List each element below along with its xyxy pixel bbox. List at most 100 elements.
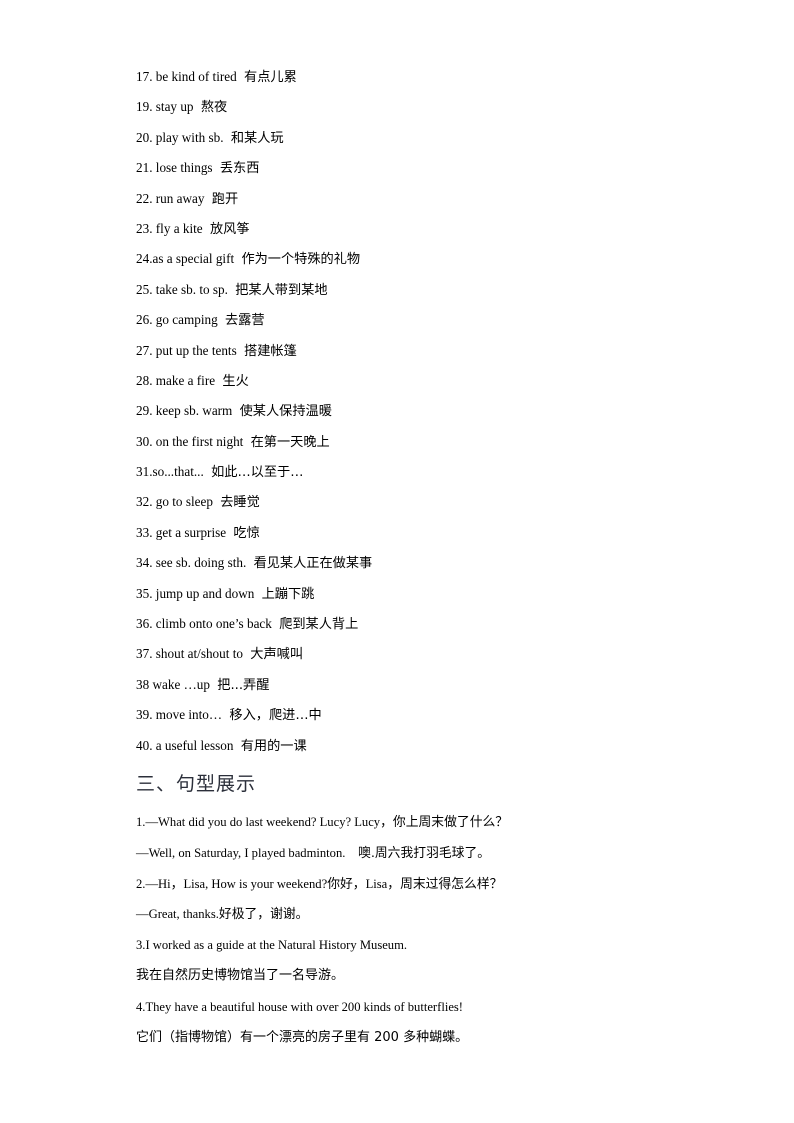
phrase-english: as a special gift	[152, 251, 235, 267]
list-item: 21. lose things 丢东西	[136, 153, 696, 183]
phrase-number: 25.	[136, 281, 153, 297]
phrase-english: on the first night	[155, 433, 244, 449]
phrase-chinese: 上蹦下跳	[261, 586, 315, 602]
list-item: 22. run away 跑开	[136, 184, 696, 214]
list-item: 28. make a fire 生火	[136, 366, 696, 396]
sentence-chinese: 好极了，谢谢。	[218, 907, 309, 923]
list-item: 23. fly a kite 放风筝	[136, 214, 696, 244]
phrase-english: go camping	[155, 312, 218, 328]
list-item: 它们（指博物馆）有一个漂亮的房子里有 200 多种蝴蝶。	[136, 1029, 469, 1045]
phrase-english: go to sleep	[155, 494, 213, 510]
list-item: 30. on the first night 在第一天晚上	[136, 427, 696, 457]
sentence-chinese: ，	[170, 876, 184, 892]
phrase-number: 30.	[136, 433, 153, 449]
sentence-chinese: 噢.周六我打羽毛球了。	[358, 845, 491, 861]
list-item: 2.—Hi，Lisa, How is your weekend?你好，Lisa，…	[136, 869, 696, 900]
phrase-chinese: 丢东西	[219, 161, 260, 177]
sentence-chinese-2: 你好，	[327, 876, 366, 892]
phrase-english: get a surprise	[155, 524, 227, 540]
list-item: 29. keep sb. warm 使某人保持温暖	[136, 396, 696, 426]
list-item: 3.I worked as a guide at the Natural His…	[136, 930, 696, 961]
sentence-english: 2.—Hi	[136, 876, 171, 891]
list-item: 19. stay up 熬夜	[136, 92, 696, 122]
phrase-chinese: 搭建帐篷	[244, 343, 297, 359]
phrase-chinese: 去睡觉	[220, 495, 260, 511]
phrase-english: lose things	[155, 160, 213, 176]
phrase-number: 23.	[136, 220, 153, 236]
sentence-pattern-list: 1.—What did you do last weekend? Lucy? L…	[136, 807, 696, 1053]
document-content: 17. be kind of tired 有点儿累 19. stay up 熬夜…	[136, 62, 696, 1053]
phrase-number: 36.	[136, 616, 153, 632]
phrase-chinese: 吃惊	[233, 525, 260, 541]
phrase-number: 35.	[136, 585, 153, 601]
list-item: 36. climb onto one’s back 爬到某人背上	[136, 609, 696, 639]
phrase-english: put up the tents	[155, 342, 237, 358]
list-item: 39. move into… 移入，爬进…中	[136, 700, 696, 730]
list-item: 1.—What did you do last weekend? Lucy? L…	[136, 807, 696, 838]
list-item: 34. see sb. doing sth. 看见某人正在做某事	[136, 548, 696, 578]
phrase-number: 19.	[136, 99, 153, 115]
phrase-chinese: 有点儿累	[244, 70, 297, 85]
list-item: 33. get a surprise 吃惊	[136, 518, 696, 548]
phrase-number: 20.	[136, 129, 153, 145]
phrase-number: 17.	[136, 69, 153, 84]
phrase-english: run away	[155, 190, 205, 206]
phrase-chinese: 放风筝	[209, 221, 250, 237]
list-item: 31.so...that... 如此…以至于…	[136, 457, 696, 487]
phrase-number: 24.	[136, 251, 153, 267]
phrase-number: 38	[136, 676, 150, 692]
list-item: —Great, thanks.好极了，谢谢。	[136, 899, 696, 930]
phrase-chinese: 把...弄醒	[217, 677, 270, 693]
sentence-english-2: Lisa, How is your weekend?	[183, 876, 328, 891]
phrase-chinese: 看见某人正在做某事	[253, 556, 373, 572]
list-item: 我在自然历史博物馆当了一名导游。	[136, 967, 345, 983]
phrase-english: play with sb.	[155, 129, 224, 145]
phrase-number: 40.	[136, 737, 153, 753]
phrase-chinese: 大声喊叫	[250, 647, 304, 663]
phrase-chinese: 生火	[222, 373, 249, 389]
list-item: 20. play with sb. 和某人玩	[136, 123, 696, 153]
list-item: 26. go camping 去露营	[136, 305, 696, 335]
phrase-english: be kind of tired	[155, 69, 237, 84]
phrase-number: 29.	[136, 403, 153, 419]
phrase-number: 28.	[136, 372, 153, 388]
phrase-number: 37.	[136, 646, 153, 662]
sentence-english: —Well, on Saturday, I played badminton.	[136, 845, 359, 860]
phrase-english: a useful lesson	[155, 737, 234, 753]
phrase-chinese: 移入，爬进…中	[229, 708, 322, 724]
phrase-english: so...that...	[152, 464, 204, 480]
phrase-english: wake …up	[152, 676, 210, 692]
list-item: 4.They have a beautiful house with over …	[136, 992, 696, 1023]
phrase-english: climb onto one’s back	[155, 616, 272, 632]
phrase-chinese: 去露营	[224, 313, 265, 329]
phrase-number: 21.	[136, 160, 153, 176]
phrase-number: 31.	[136, 464, 153, 480]
list-item: 38 wake …up 把...弄醒	[136, 670, 696, 700]
section-heading-sentence-patterns: 三、句型展示	[136, 772, 257, 795]
phrase-chinese: 有用的一课	[240, 738, 307, 754]
sentence-chinese: ，你上周末做了什么？	[380, 814, 509, 830]
sentence-english: —Great, thanks.	[136, 907, 219, 922]
phrase-english: shout at/shout to	[155, 646, 243, 662]
phrase-chinese: 和某人玩	[230, 130, 284, 146]
list-item: 25. take sb. to sp. 把某人带到某地	[136, 275, 696, 305]
list-item: 40. a useful lesson 有用的一课	[136, 731, 696, 761]
phrase-chinese: 把某人带到某地	[235, 282, 328, 298]
phrase-chinese: 作为一个特殊的礼物	[241, 252, 361, 268]
phrase-english: move into…	[155, 707, 223, 723]
list-item: 37. shout at/shout to 大声喊叫	[136, 639, 696, 669]
phrase-number: 39.	[136, 707, 153, 723]
phrase-english: stay up	[155, 99, 194, 115]
phrase-english: make a fire	[155, 372, 216, 388]
phrase-number: 22.	[136, 190, 153, 206]
sentence-chinese-3: ，周末过得怎么样？	[387, 876, 503, 892]
sentence-english: 3.I worked as a guide at the Natural His…	[136, 938, 408, 953]
phrase-number: 32.	[136, 494, 153, 510]
document-page: 17. be kind of tired 有点儿累 19. stay up 熬夜…	[0, 0, 794, 1123]
phrase-english: jump up and down	[155, 585, 255, 601]
phrase-chinese: 使某人保持温暖	[239, 404, 332, 420]
phrase-number: 27.	[136, 342, 153, 358]
phrase-number: 34.	[136, 555, 153, 571]
list-item: 35. jump up and down 上蹦下跳	[136, 579, 696, 609]
list-item: 17. be kind of tired 有点儿累	[136, 62, 696, 92]
